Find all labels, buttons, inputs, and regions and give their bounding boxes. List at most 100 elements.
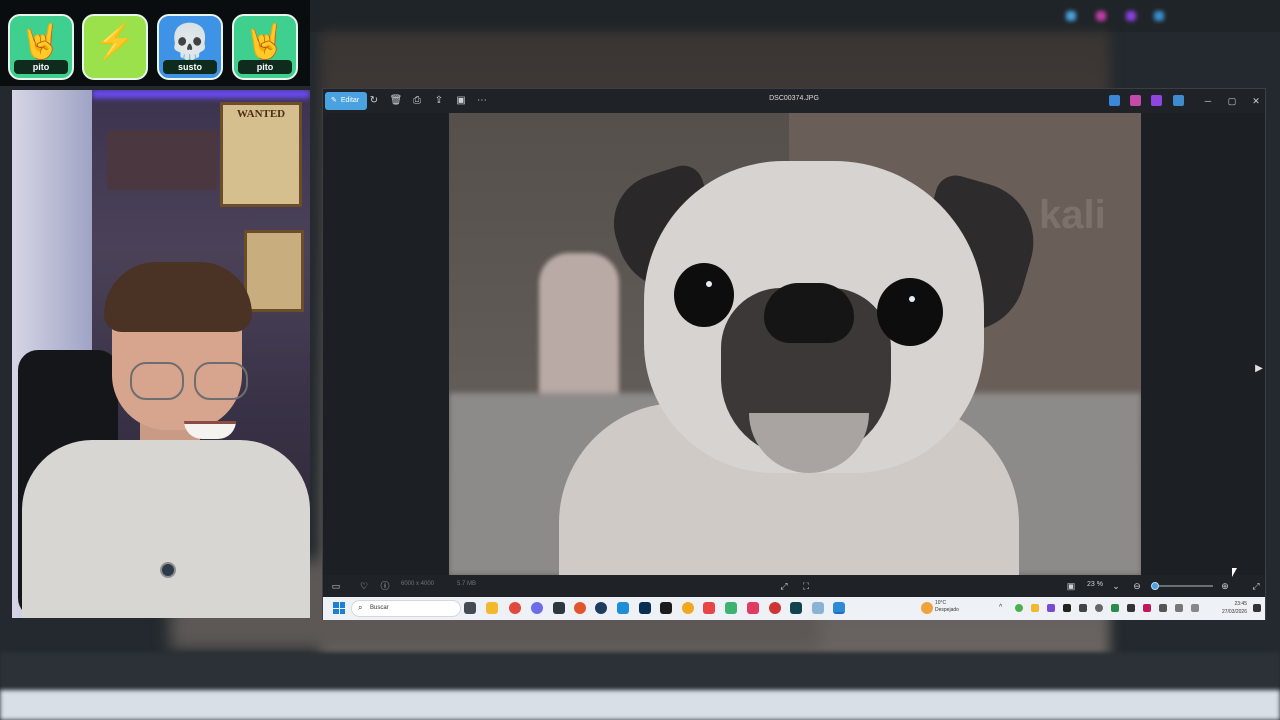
zoom-out-icon[interactable]: ⊖ <box>1130 579 1144 593</box>
lightning-icon: ⚡ <box>93 23 137 61</box>
webcam-poster-text: WANTED <box>236 108 286 120</box>
tray-icon[interactable] <box>1079 604 1087 612</box>
text-icon[interactable] <box>703 602 715 614</box>
folder-icon[interactable] <box>486 602 498 614</box>
weather-temperature: 10°C <box>935 600 947 606</box>
add-icon[interactable] <box>725 602 737 614</box>
crop-select-icon[interactable]: ⛶ <box>799 579 813 593</box>
emote-tile: 🤘 pito <box>8 14 74 80</box>
mouse-cursor <box>1232 568 1237 577</box>
emote-label: pito <box>14 60 68 74</box>
notifications-icon[interactable] <box>1253 604 1261 612</box>
status-bar: ▭ ♡ ⓘ 6000 x 4000 5.7 MB ⤢ ⛶ ▣ 23 % ⌄ ⊖ … <box>323 575 1265 597</box>
weather-widget[interactable]: 10°C Despejado <box>935 600 959 614</box>
taskbar-search[interactable]: ⌕ Buscar <box>351 600 461 617</box>
next-image-icon[interactable]: ▶ <box>1253 359 1265 379</box>
info-icon[interactable]: ⓘ <box>378 579 392 593</box>
file-name: DSC00374.JPG <box>769 95 819 102</box>
tray-icon[interactable] <box>1127 604 1135 612</box>
discord-icon[interactable] <box>531 602 543 614</box>
webcam-neon-light <box>92 90 310 98</box>
capcut-icon[interactable] <box>660 602 672 614</box>
photos-app-window: ✎ Editar ↻ 🗑 ⎙ ⇪ ▣ ⋯ DSC00374.JPG ─ ▢ ✕ … <box>322 88 1266 620</box>
photo-box-text: kali <box>1039 193 1106 237</box>
actual-size-icon[interactable]: ▣ <box>1064 579 1078 593</box>
file-size: 5.7 MB <box>457 581 477 587</box>
tray-icon[interactable] <box>1095 604 1103 612</box>
minimize-icon[interactable]: ─ <box>1201 94 1215 108</box>
emote-row: 🤘 pito ⚡ 💀 susto 🤘 pito <box>0 0 310 86</box>
chevron-up-icon[interactable]: ^ <box>999 604 1007 612</box>
pug-nose <box>764 283 854 343</box>
close-icon[interactable]: ✕ <box>1249 94 1263 108</box>
photoshop-icon[interactable] <box>639 602 651 614</box>
tiktok-icon[interactable] <box>747 602 759 614</box>
rock-hand-icon: 🤘 <box>19 23 63 61</box>
app-extension-icon[interactable] <box>1151 95 1162 106</box>
background-tray-icon <box>1066 11 1076 21</box>
webcam-person-glasses <box>122 362 257 400</box>
image-dimensions: 6000 x 4000 <box>401 581 435 587</box>
tray-icon[interactable] <box>1031 604 1039 612</box>
title-bar: ✎ Editar ↻ 🗑 ⎙ ⇪ ▣ ⋯ DSC00374.JPG ─ ▢ ✕ <box>323 89 1265 113</box>
zoom-in-icon[interactable]: ⊕ <box>1218 579 1232 593</box>
app-extension-icon[interactable] <box>1130 95 1141 106</box>
webcam-shirt-pin <box>160 562 176 578</box>
windows-start-icon[interactable] <box>333 602 345 614</box>
tray-icon[interactable] <box>1159 604 1167 612</box>
photo-plush-toy <box>539 253 619 403</box>
fullscreen-icon[interactable]: ⤢ <box>1249 579 1263 593</box>
chrome-canary-icon[interactable] <box>682 602 694 614</box>
vscode-icon[interactable] <box>617 602 629 614</box>
webcam-feed: WANTED <box>12 90 310 618</box>
webcam-person-shirt <box>22 440 310 618</box>
webcam-person-hair <box>104 262 252 332</box>
weather-description: Despejado <box>935 607 959 613</box>
volume-icon[interactable] <box>1191 604 1199 612</box>
taskbar-clock[interactable]: 23:45 27/03/2026 <box>1213 600 1247 616</box>
tray-icon[interactable] <box>1111 604 1119 612</box>
terminal-icon[interactable] <box>553 602 565 614</box>
zoom-slider-thumb[interactable] <box>1151 582 1159 590</box>
webcam-poster-2 <box>244 230 304 312</box>
tool-icon[interactable] <box>812 602 824 614</box>
search-icon: ⌕ <box>358 603 363 612</box>
app-icon[interactable] <box>790 602 802 614</box>
steam-icon[interactable] <box>595 602 607 614</box>
emote-label: pito <box>238 60 292 74</box>
tray-icon[interactable] <box>1063 604 1071 612</box>
network-icon[interactable] <box>1175 604 1183 612</box>
background-tray-icon <box>1154 11 1164 21</box>
skull-icon: 💀 <box>168 23 212 61</box>
zoom-level[interactable]: 23 % <box>1087 581 1103 588</box>
tray-icon[interactable] <box>1015 604 1023 612</box>
firefox-icon[interactable] <box>574 602 586 614</box>
photos-icon[interactable] <box>833 602 845 614</box>
emote-label: susto <box>163 60 217 74</box>
image-viewer: kali ▶ <box>323 113 1265 575</box>
chevron-down-icon[interactable]: ⌄ <box>1109 579 1123 593</box>
app-extension-icon[interactable] <box>1173 95 1184 106</box>
rock-hand-icon: 🤘 <box>243 23 287 61</box>
pug-left-eye <box>674 263 734 327</box>
taskbar-search-placeholder: Buscar <box>370 605 389 611</box>
windows-taskbar: ⌕ Buscar 10°C Despejado ^ 23:45 27/03/20… <box>323 597 1265 620</box>
filmstrip-icon[interactable]: ▭ <box>329 579 343 593</box>
game-icon[interactable] <box>769 602 781 614</box>
zoom-slider[interactable] <box>1153 585 1213 587</box>
favorite-icon[interactable]: ♡ <box>357 579 371 593</box>
weather-icon[interactable] <box>921 602 933 614</box>
pug-right-eye <box>877 278 943 346</box>
webcam-shelf <box>107 130 217 190</box>
emote-tile: ⚡ <box>82 14 148 80</box>
maximize-icon[interactable]: ▢ <box>1225 94 1239 108</box>
background-tray-icon <box>1126 11 1136 21</box>
tray-icon[interactable] <box>1143 604 1151 612</box>
emote-tile: 💀 susto <box>157 14 223 80</box>
tray-icon[interactable] <box>1047 604 1055 612</box>
file-manager-icon[interactable] <box>464 602 476 614</box>
emote-tile: 🤘 pito <box>232 14 298 80</box>
app-extension-icon[interactable] <box>1109 95 1120 106</box>
chrome-icon[interactable] <box>509 602 521 614</box>
fit-icon[interactable]: ⤢ <box>777 579 791 593</box>
